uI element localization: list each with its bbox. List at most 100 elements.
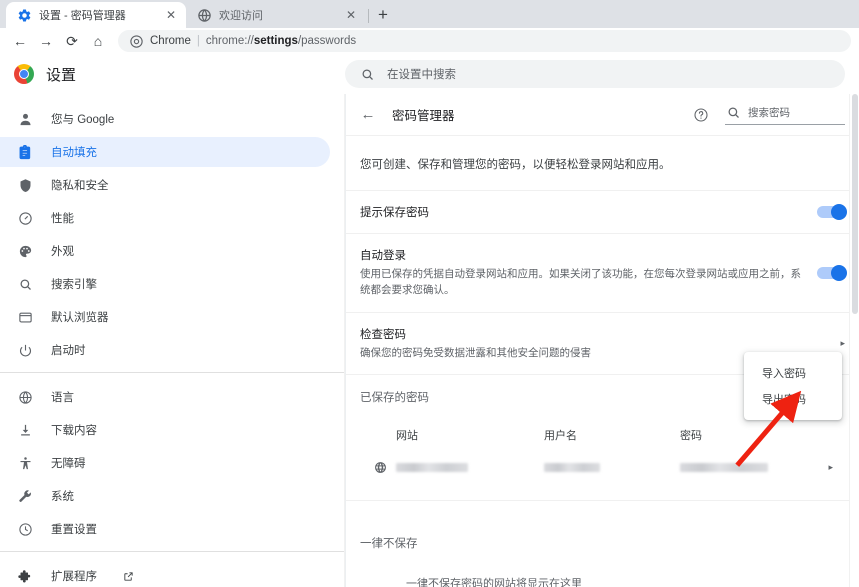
sidebar-item-label: 您与 Google (51, 114, 115, 126)
home-button[interactable]: ⌂ (86, 29, 110, 53)
redacted-username (544, 463, 600, 473)
scrollbar-thumb[interactable] (852, 94, 858, 314)
password-manager-panel: ← 密码管理器 搜索密码 您可创建、保存和管理您的密码，以便轻松登录网站和应用。… (345, 94, 859, 587)
sidebar-item-label: 隐私和安全 (51, 180, 109, 192)
offer-to-save-toggle[interactable] (817, 204, 847, 220)
never-saved-label: 一律不保存 (360, 538, 418, 551)
address-bar[interactable]: Chrome | chrome://settings/passwords (118, 30, 851, 52)
menu-item-import-passwords[interactable]: 导入密码 (744, 360, 842, 386)
chevron-right-icon: ▸ (840, 337, 845, 348)
sidebar-item-label: 外观 (51, 246, 74, 258)
tab-separator (368, 9, 369, 23)
search-icon (17, 276, 33, 292)
settings-header: 设置 在设置中搜索 (0, 54, 859, 94)
setting-title: 提示保存密码 (360, 207, 429, 219)
sidebar-item-label: 扩展程序 (51, 571, 97, 583)
url-suffix: /passwords (297, 35, 357, 47)
wrench-icon (17, 488, 33, 504)
power-icon (17, 342, 33, 358)
password-manager-header: ← 密码管理器 搜索密码 (346, 94, 859, 136)
password-search-input[interactable]: 搜索密码 (725, 105, 845, 125)
menu-item-export-passwords[interactable]: 导出密码 (744, 386, 842, 412)
reload-button[interactable]: ⟳ (60, 29, 84, 53)
table-row[interactable]: ▸ (360, 443, 845, 474)
passwords-overflow-menu[interactable]: 导入密码 导出密码 (744, 352, 842, 420)
never-saved-section: 一律不保存 一律不保存密码的网站将显示在这里 (346, 500, 859, 587)
tab-close-icon[interactable]: ✕ (344, 9, 358, 21)
sidebar-item-accessibility[interactable]: 无障碍 (0, 448, 330, 478)
omnibox-scheme-label: Chrome (150, 35, 191, 47)
setting-subtitle: 使用已保存的凭据自动登录网站和应用。如果关闭了该功能，在您每次登录网站或应用之前… (360, 268, 801, 296)
browser-chrome: 设置 - 密码管理器 ✕ 欢迎访问 ✕ + ← → ⟳ ⌂ Chrome | c… (0, 0, 859, 54)
gear-icon (16, 7, 32, 23)
page-title: 设置 (46, 66, 77, 84)
sidebar-item-label: 下载内容 (51, 425, 97, 437)
browser-toolbar: ← → ⟳ ⌂ Chrome | chrome://settings/passw… (0, 28, 859, 54)
sidebar-item-label: 性能 (51, 213, 74, 225)
sidebar-item-search-engine[interactable]: 搜索引擎 (0, 269, 330, 299)
offer-to-save-passwords-row[interactable]: 提示保存密码 (346, 191, 859, 234)
sidebar-item-label: 无障碍 (51, 458, 86, 470)
url-bold: settings (253, 35, 298, 47)
tab-close-icon[interactable]: ✕ (164, 9, 178, 21)
tab-title: 欢迎访问 (219, 10, 263, 22)
settings-page: 设置 在设置中搜索 您与 Google 自动填充 隐私和安全 性能 外观 搜索引… (0, 54, 859, 587)
column-header-password: 密码 (680, 430, 702, 443)
sidebar-item-extensions[interactable]: 扩展程序 (0, 561, 330, 587)
browser-tab-settings[interactable]: 设置 - 密码管理器 ✕ (6, 2, 186, 28)
column-header-username: 用户名 (544, 430, 577, 443)
password-manager-description: 您可创建、保存和管理您的密码，以便轻松登录网站和应用。 (346, 136, 859, 191)
sidebar-item-on-startup[interactable]: 启动时 (0, 335, 330, 365)
content-scrollbar[interactable] (849, 94, 859, 587)
globe-icon (196, 7, 212, 23)
tab-strip: 设置 - 密码管理器 ✕ 欢迎访问 ✕ + (0, 0, 859, 28)
auto-signin-text: 自动登录 使用已保存的凭据自动登录网站和应用。如果关闭了该功能，在您每次登录网站… (360, 247, 807, 299)
auto-signin-row[interactable]: 自动登录 使用已保存的凭据自动登录网站和应用。如果关闭了该功能，在您每次登录网站… (346, 234, 859, 313)
sidebar-item-downloads[interactable]: 下载内容 (0, 415, 330, 445)
sidebar-item-default-browser[interactable]: 默认浏览器 (0, 302, 330, 332)
row-more-chevron-icon[interactable]: ▸ (828, 462, 833, 473)
sidebar-item-label: 搜索引擎 (51, 279, 97, 291)
person-icon (17, 111, 33, 127)
sidebar-divider-2 (0, 551, 344, 552)
row-username-value (544, 463, 680, 473)
chrome-icon (128, 33, 144, 49)
palette-icon (17, 243, 33, 259)
download-icon (17, 422, 33, 438)
external-link-icon (123, 571, 134, 582)
sidebar-item-autofill[interactable]: 自动填充 (0, 137, 330, 167)
browser-tab-welcome[interactable]: 欢迎访问 ✕ (186, 2, 366, 28)
sidebar-item-appearance[interactable]: 外观 (0, 236, 330, 266)
sidebar-item-reset-settings[interactable]: 重置设置 (0, 514, 330, 544)
sidebar-item-label: 系统 (51, 491, 74, 503)
back-button[interactable]: ← (360, 106, 376, 123)
settings-body: 您与 Google 自动填充 隐私和安全 性能 外观 搜索引擎 默认浏览器 启动… (0, 94, 859, 587)
forward-button[interactable]: → (34, 29, 58, 53)
sidebar-item-languages[interactable]: 语言 (0, 382, 330, 412)
password-search-placeholder: 搜索密码 (748, 107, 790, 119)
globe-icon (17, 389, 33, 405)
settings-sidebar: 您与 Google 自动填充 隐私和安全 性能 外观 搜索引擎 默认浏览器 启动… (0, 94, 345, 587)
sidebar-item-system[interactable]: 系统 (0, 481, 330, 511)
sidebar-item-privacy-security[interactable]: 隐私和安全 (0, 170, 330, 200)
accessibility-icon (17, 455, 33, 471)
autofill-icon (17, 144, 33, 160)
sidebar-item-performance[interactable]: 性能 (0, 203, 330, 233)
setting-title: 检查密码 (360, 328, 406, 341)
speedometer-icon (17, 210, 33, 226)
auto-signin-toggle[interactable] (817, 264, 847, 281)
omnibox-url: chrome://settings/passwords (206, 35, 356, 47)
browser-window-icon (17, 309, 33, 325)
help-circle-icon[interactable] (693, 107, 709, 123)
back-button[interactable]: ← (8, 29, 32, 53)
tab-title: 设置 - 密码管理器 (39, 10, 126, 22)
settings-search-input[interactable]: 在设置中搜索 (345, 60, 845, 88)
puzzle-icon (17, 568, 33, 584)
sidebar-item-label: 重置设置 (51, 524, 97, 536)
column-header-site: 网站 (396, 430, 418, 443)
sidebar-item-you-and-google[interactable]: 您与 Google (0, 104, 330, 134)
sidebar-item-label: 启动时 (51, 345, 86, 357)
new-tab-button[interactable]: + (371, 3, 395, 27)
redacted-password (680, 463, 768, 473)
row-password-value (680, 463, 828, 473)
